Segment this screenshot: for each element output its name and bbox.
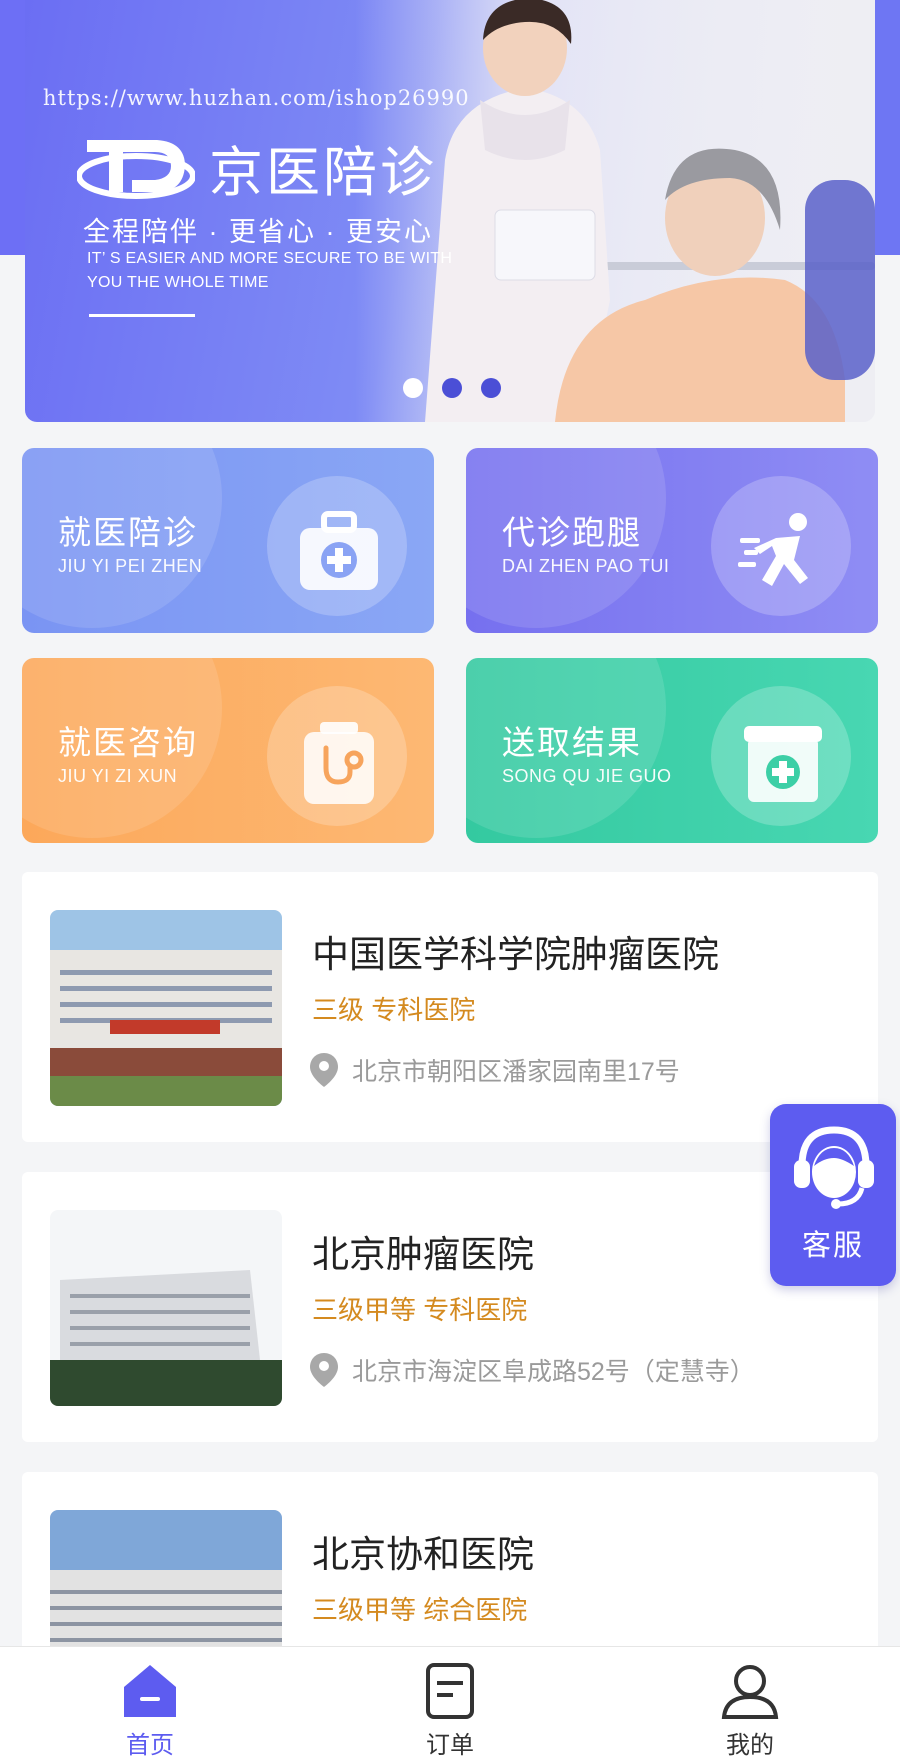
service-tile-results[interactable]: 送取结果 SONG QU JIE GUO — [466, 658, 878, 843]
carousel-dot[interactable] — [403, 378, 423, 398]
service-title: 送取结果 — [502, 724, 642, 761]
medical-box-icon — [744, 726, 822, 802]
home-page: https://www.huzhan.com/ishop26990 京医陪诊 全… — [0, 0, 900, 1758]
tab-label: 首页 — [126, 1732, 174, 1758]
brand-logo-icon — [77, 139, 195, 199]
tab-profile[interactable]: 我的 — [600, 1647, 900, 1758]
service-title: 代诊跑腿 — [502, 514, 642, 551]
hospital-name: 北京协和医院 — [312, 1534, 534, 1575]
home-icon — [124, 1665, 176, 1717]
service-subtitle: SONG QU JIE GUO — [502, 766, 672, 786]
location-pin-icon — [310, 1353, 338, 1387]
service-tile-consult[interactable]: 就医咨询 JIU YI ZI XUN — [22, 658, 434, 843]
user-icon — [721, 1665, 779, 1719]
customer-service-label: 客服 — [801, 1230, 864, 1262]
running-man-icon — [738, 513, 808, 586]
service-tile-escort[interactable]: 就医陪诊 JIU YI PEI ZHEN — [22, 448, 434, 633]
service-subtitle: DAI ZHEN PAO TUI — [502, 556, 670, 576]
banner-underline — [89, 314, 195, 317]
customer-service-button[interactable]: 客服 — [770, 1104, 896, 1286]
location-pin-icon — [310, 1053, 338, 1087]
hospital-card[interactable]: 北京肿瘤医院 三级甲等 专科医院 北京市海淀区阜成路52号（定慧寺） — [22, 1172, 878, 1442]
hospital-address-row: 北京市海淀区阜成路52号（定慧寺） — [310, 1352, 755, 1388]
nurse-patient-illustration — [425, 0, 875, 422]
tab-home[interactable]: 首页 — [0, 1647, 300, 1758]
hospital-name: 中国医学科学院肿瘤医院 — [312, 934, 719, 975]
brand-name: 京医陪诊 — [209, 143, 437, 203]
tab-orders[interactable]: 订单 — [300, 1647, 600, 1758]
stethoscope-icon — [304, 722, 374, 804]
service-subtitle: JIU YI ZI XUN — [58, 766, 178, 786]
hospital-photo — [50, 1210, 282, 1406]
hospital-photo — [50, 910, 282, 1106]
tab-label: 订单 — [426, 1732, 474, 1758]
hospital-level: 三级甲等 专科医院 — [312, 1295, 528, 1325]
banner-slogan: 全程陪伴 · 更省心 · 更安心 — [83, 217, 433, 247]
service-subtitle: JIU YI PEI ZHEN — [58, 556, 203, 576]
medical-kit-icon — [300, 511, 378, 590]
hospital-address: 北京市海淀区阜成路52号（定慧寺） — [352, 1358, 755, 1386]
carousel-indicators — [403, 378, 501, 398]
tab-label: 我的 — [726, 1732, 774, 1758]
hospital-address: 北京市朝阳区潘家园南里17号 — [352, 1058, 680, 1086]
hospital-card[interactable]: 中国医学科学院肿瘤医院 三级 专科医院 北京市朝阳区潘家园南里17号 — [22, 872, 878, 1142]
headset-agent-icon — [794, 1126, 874, 1209]
banner-slogan-english: IT’ S EASIER AND MORE SECURE TO BE WITH … — [87, 250, 453, 291]
carousel-dot[interactable] — [481, 378, 501, 398]
service-tile-errand[interactable]: 代诊跑腿 DAI ZHEN PAO TUI — [466, 448, 878, 633]
hospital-level: 三级甲等 综合医院 — [312, 1595, 528, 1625]
service-title: 就医陪诊 — [58, 514, 198, 551]
hospital-address-row: 北京市朝阳区潘家园南里17号 — [310, 1052, 680, 1088]
hospital-level: 三级 专科医院 — [312, 995, 476, 1025]
order-icon — [426, 1663, 474, 1719]
brand-logo-row: 京医陪诊 — [77, 128, 437, 207]
banner-watermark: https://www.huzhan.com/ishop26990 — [43, 86, 470, 110]
bottom-tab-bar: 首页 订单 我的 — [0, 1646, 900, 1758]
hospital-name: 北京肿瘤医院 — [312, 1234, 534, 1275]
service-title: 就医咨询 — [58, 724, 198, 761]
carousel-dot[interactable] — [442, 378, 462, 398]
banner-carousel[interactable]: https://www.huzhan.com/ishop26990 京医陪诊 全… — [25, 0, 875, 422]
